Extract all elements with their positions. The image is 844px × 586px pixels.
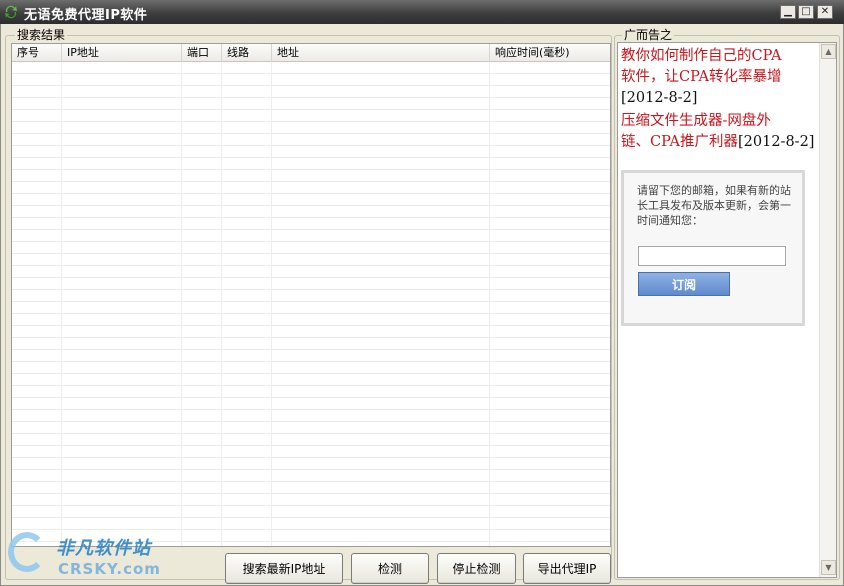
close-button[interactable]: ✕ [817,5,833,19]
ad-group: 广而告之 教你如何制作自己的CPA 软件，让CPA转化率暴增 [2012-8-2… [614,29,840,580]
news-item[interactable]: 教你如何制作自己的CPA 软件，让CPA转化率暴增 [2012-8-2] [621,46,818,109]
column-header-line[interactable]: 线路 [222,44,272,62]
watermark-en: CRSKY.com [58,560,161,578]
maximize-icon: □ [801,6,811,17]
results-group-label: 搜索结果 [15,28,68,42]
watermark-ring-icon [8,532,46,572]
news-link-line[interactable]: 压缩文件生成器-网盘外 [621,113,771,129]
column-header-ip[interactable]: IP地址 [62,44,182,62]
check-button[interactable]: 检测 [351,553,429,584]
close-icon: ✕ [820,6,830,17]
ad-content: 教你如何制作自己的CPA 软件，让CPA转化率暴增 [2012-8-2] 压缩文… [618,43,818,155]
scroll-down-icon[interactable]: ▼ [821,560,836,575]
news-link-line[interactable]: 链、CPA推广利器 [621,134,738,150]
title-bar: 无语免费代理IP软件 ▁ □ ✕ [0,0,844,24]
news-date: [2012-8-2] [738,134,815,150]
column-header-index[interactable]: 序号 [12,44,62,62]
watermark-cn: 非凡软件站 [56,538,151,559]
news-link-line[interactable]: 教你如何制作自己的CPA [621,48,782,64]
table-body[interactable] [12,62,610,546]
watermark-logo: 非凡软件站 CRSKY.com [4,528,162,582]
ad-panel: 教你如何制作自己的CPA 软件，让CPA转化率暴增 [2012-8-2] 压缩文… [617,42,837,578]
app-logo-icon [5,5,17,19]
window-title: 无语免费代理IP软件 [24,8,148,23]
scroll-up-icon[interactable]: ▲ [821,44,836,59]
minimize-button[interactable]: ▁ [780,5,796,19]
subscribe-button[interactable]: 订阅 [638,272,730,296]
news-item[interactable]: 压缩文件生成器-网盘外 链、CPA推广利器[2012-8-2] [621,111,818,153]
ad-group-label: 广而告之 [622,28,675,42]
column-header-response-time[interactable]: 响应时间(毫秒) [490,44,610,62]
results-group: 搜索结果 序号 IP地址 端口 线路 地址 响应时间(毫秒) 搜索最新IP地址 … [5,29,612,584]
email-input[interactable] [638,246,786,266]
search-latest-ip-button[interactable]: 搜索最新IP地址 [225,553,343,584]
export-proxy-ip-button[interactable]: 导出代理IP [523,553,611,584]
results-table[interactable]: 序号 IP地址 端口 线路 地址 响应时间(毫秒) [11,43,611,547]
stop-check-button[interactable]: 停止检测 [437,553,516,584]
news-link-line[interactable]: 软件，让CPA转化率暴增 [621,69,782,85]
ad-scrollbar[interactable]: ▲ ▼ [819,43,836,577]
main-window: 搜索结果 序号 IP地址 端口 线路 地址 响应时间(毫秒) 搜索最新IP地址 … [0,24,844,586]
maximize-button[interactable]: □ [798,5,814,19]
news-date: [2012-8-2] [621,90,698,106]
subscribe-text: 请留下您的邮箱，如果有新的站长工具发布及版本更新，会第一时间通知您： [637,184,791,227]
column-header-address[interactable]: 地址 [272,44,490,62]
column-header-port[interactable]: 端口 [182,44,222,62]
minimize-icon: ▁ [784,6,792,17]
subscribe-box: 请留下您的邮箱，如果有新的站长工具发布及版本更新，会第一时间通知您： 订阅 [621,170,805,326]
table-header: 序号 IP地址 端口 线路 地址 响应时间(毫秒) [12,44,610,62]
